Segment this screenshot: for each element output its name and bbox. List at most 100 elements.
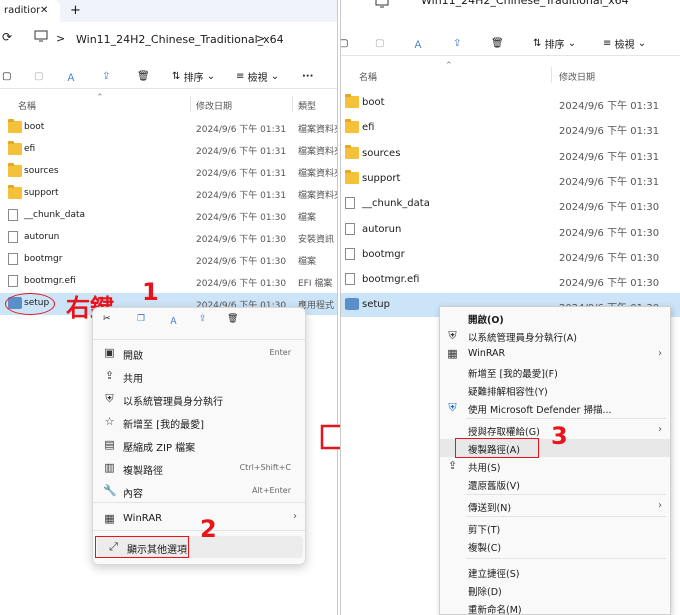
- file-name: __chunk_data: [24, 210, 86, 220]
- chevron-right-icon: ›: [293, 511, 297, 522]
- file-row[interactable]: boot 2024/9/6 下午 01:31 檔案資料夾: [0, 117, 337, 139]
- menu-item[interactable]: 疑難排解相容性(Y): [440, 381, 670, 399]
- share-icon[interactable]: ⇪: [453, 34, 461, 52]
- column-date[interactable]: 修改日期: [559, 70, 595, 83]
- menu-item[interactable]: ⇪ 共用: [93, 365, 305, 387]
- menu-item[interactable]: 建立捷徑(S): [440, 563, 670, 581]
- file-row[interactable]: support 2024/9/6 下午 01:31 檔案資料夾: [0, 183, 337, 205]
- menu-item[interactable]: 新增至 [我的最愛](F): [440, 363, 670, 381]
- view-button[interactable]: ≡ 檢視 ⌄: [603, 34, 646, 52]
- rename-icon[interactable]: Ａ: [413, 34, 423, 52]
- menu-item[interactable]: ▦ WinRAR ›: [440, 345, 670, 363]
- file-name: setup: [362, 299, 390, 311]
- delete-icon[interactable]: 🗑: [491, 34, 504, 52]
- menu-item[interactable]: 剪下(T): [440, 519, 670, 537]
- menu-item[interactable]: ⇪ 共用(S): [440, 457, 670, 475]
- monitor-icon: [375, 0, 389, 16]
- file-date: 2024/9/6 下午 01:30: [559, 278, 660, 290]
- breadcrumb-path[interactable]: Win11_24H2_Chinese_Traditional_x64: [421, 0, 629, 14]
- open-icon: ▣: [104, 346, 115, 359]
- breadcrumb-chevron-icon[interactable]: >: [256, 32, 265, 52]
- menu-item[interactable]: 還原舊版(V): [440, 475, 670, 493]
- file-date: 2024/9/6 下午 01:30: [559, 252, 660, 264]
- file-date: 2024/9/6 下午 01:30: [196, 279, 287, 289]
- copy-icon[interactable]: ▢: [34, 67, 43, 85]
- file-row[interactable]: autorun 2024/9/6 下午 01:30: [341, 218, 680, 242]
- menu-item-label: 疑難排解相容性(Y): [468, 387, 548, 398]
- file-type: EFI 檔案: [298, 279, 333, 289]
- tab-title: raditior: [4, 5, 41, 16]
- menu-item[interactable]: ▣ 開啟 Enter: [93, 342, 305, 364]
- rename-icon[interactable]: Ａ: [169, 314, 178, 327]
- menu-item-label: 內容: [123, 489, 143, 500]
- winrar-icon: ▦: [447, 347, 458, 360]
- file-type: 安裝資訊: [298, 235, 335, 245]
- file-row[interactable]: efi 2024/9/6 下午 01:31 檔案資料夾: [0, 139, 337, 161]
- delete-icon[interactable]: 🗑: [227, 314, 238, 324]
- file-row[interactable]: bootmgr 2024/9/6 下午 01:30: [341, 243, 680, 267]
- column-divider[interactable]: [292, 96, 293, 112]
- refresh-icon[interactable]: ⟳: [2, 30, 12, 50]
- menu-item[interactable]: ⛨ 使用 Microsoft Defender 掃描...: [440, 399, 670, 417]
- menu-item[interactable]: ⛨ 以系統管理員身分執行(A): [440, 327, 670, 345]
- menu-item[interactable]: 複製(C): [440, 537, 670, 555]
- rename-icon[interactable]: Ａ: [66, 67, 76, 85]
- menu-item[interactable]: 傳送到(N) ›: [440, 497, 670, 515]
- menu-item[interactable]: ☆ 新增至 [我的最愛]: [93, 411, 305, 433]
- column-type[interactable]: 類型: [298, 99, 316, 112]
- view-button[interactable]: ≡ 檢視 ⌄: [236, 67, 279, 85]
- menu-item[interactable]: 重新命名(M): [440, 599, 670, 615]
- shield-icon: ⛨: [448, 329, 457, 342]
- folder-icon: [8, 141, 22, 155]
- column-name[interactable]: 名稱: [359, 70, 377, 83]
- column-name[interactable]: 名稱: [18, 99, 36, 112]
- copy-icon[interactable]: ▢: [375, 34, 384, 52]
- menu-item[interactable]: ▦ WinRAR ›: [93, 508, 305, 530]
- file-row[interactable]: bootmgr 2024/9/6 下午 01:30 檔案: [0, 249, 337, 271]
- file-row[interactable]: sources 2024/9/6 下午 01:31: [341, 142, 680, 166]
- column-divider[interactable]: [190, 96, 191, 112]
- menu-item[interactable]: ▤ 壓縮成 ZIP 檔案: [93, 434, 305, 456]
- file-row[interactable]: sources 2024/9/6 下午 01:31 檔案資料夾: [0, 161, 337, 183]
- file-date: 2024/9/6 下午 01:30: [196, 257, 287, 267]
- menu-item-label: 刪除(D): [468, 587, 502, 598]
- file-row[interactable]: __chunk_data 2024/9/6 下午 01:30 檔案: [0, 205, 337, 227]
- file-row[interactable]: efi 2024/9/6 下午 01:31: [341, 116, 680, 140]
- cut-icon[interactable]: ✂: [103, 314, 111, 324]
- file-type: 檔案資料夾: [298, 125, 337, 135]
- more-button[interactable]: ···: [302, 67, 313, 85]
- menu-separator: [466, 418, 666, 419]
- file-name: efi: [362, 122, 375, 134]
- tab-explorer[interactable]: raditior ✕: [0, 0, 60, 22]
- close-icon[interactable]: ✕: [40, 5, 48, 16]
- file-row[interactable]: bootmgr.efi 2024/9/6 下午 01:30: [341, 268, 680, 292]
- file-icon: [345, 222, 355, 235]
- copy-icon[interactable]: ❐: [137, 314, 145, 324]
- sort-button[interactable]: ⇅ 排序 ⌄: [533, 34, 576, 52]
- menu-item[interactable]: 🔧 內容 Alt+Enter: [93, 480, 305, 502]
- file-date: 2024/9/6 下午 01:31: [559, 176, 660, 188]
- file-row[interactable]: __chunk_data 2024/9/6 下午 01:30: [341, 192, 680, 216]
- menu-item[interactable]: ⛨ 以系統管理員身分執行: [93, 388, 305, 410]
- menu-item[interactable]: 刪除(D): [440, 581, 670, 599]
- file-row[interactable]: support 2024/9/6 下午 01:31: [341, 167, 680, 191]
- menu-item-label: 重新命名(M): [468, 605, 522, 615]
- view-label: 檢視: [247, 72, 268, 84]
- paste-icon[interactable]: ▢: [2, 67, 11, 85]
- new-tab-icon[interactable]: +: [70, 3, 81, 18]
- file-row[interactable]: boot 2024/9/6 下午 01:31: [341, 91, 680, 115]
- share-icon[interactable]: ⇪: [102, 67, 110, 85]
- menu-item[interactable]: ▥ 複製路徑 Ctrl+Shift+C: [93, 457, 305, 479]
- column-divider[interactable]: [551, 67, 552, 83]
- folder-icon: [8, 185, 22, 199]
- delete-icon[interactable]: 🗑: [137, 67, 150, 85]
- sort-button[interactable]: ⇅ 排序 ⌄: [172, 67, 215, 85]
- share-icon[interactable]: ⇪: [199, 314, 207, 324]
- paste-icon[interactable]: ▢: [341, 34, 348, 52]
- breadcrumb-path[interactable]: Win11_24H2_Chinese_Traditional_x64: [76, 33, 284, 53]
- column-date[interactable]: 修改日期: [196, 99, 232, 112]
- file-row[interactable]: autorun 2024/9/6 下午 01:30 安裝資訊: [0, 227, 337, 249]
- menu-item-label: 開啟(O): [468, 315, 504, 326]
- menu-item[interactable]: 開啟(O): [440, 309, 670, 327]
- file-row[interactable]: bootmgr.efi 2024/9/6 下午 01:30 EFI 檔案: [0, 271, 337, 293]
